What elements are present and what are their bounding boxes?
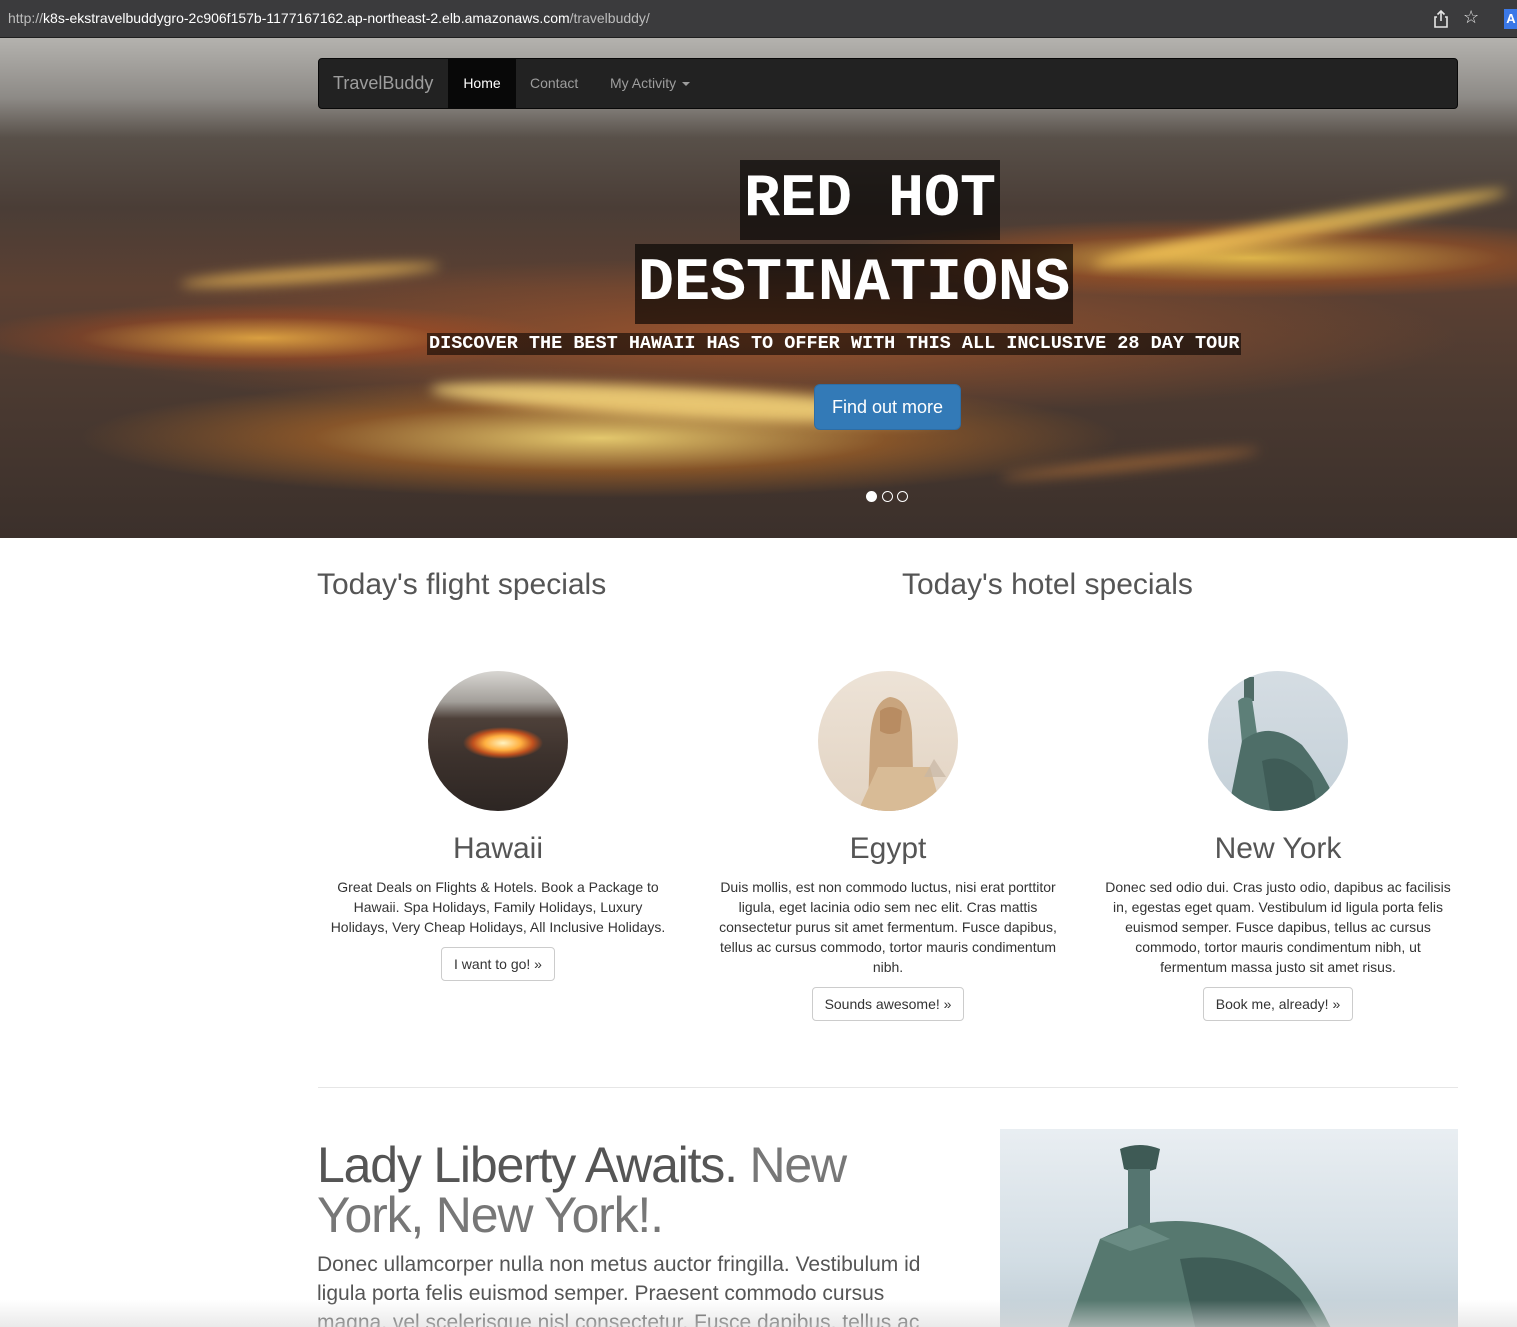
star-icon[interactable]: ☆ [1463, 7, 1479, 28]
brand-link[interactable]: TravelBuddy [333, 73, 433, 94]
featurette-divider [318, 1087, 1458, 1088]
carousel-indicator-1[interactable] [866, 491, 877, 502]
caret-down-icon [682, 82, 691, 87]
new-york-image [1208, 671, 1348, 811]
find-out-more-button[interactable]: Find out more [814, 384, 961, 430]
extension-icon[interactable]: A [1504, 9, 1517, 29]
url-host: k8s-ekstravelbuddygro-2c906f157b-1177167… [43, 10, 570, 26]
hero-carousel: TravelBuddy Home Contact My Activity RED… [0, 38, 1517, 538]
nav-item-home[interactable]: Home [448, 59, 516, 108]
destination-card-new-york: New York Donec sed odio dui. Cras justo … [1098, 671, 1458, 1021]
nav-item-my-activity[interactable]: My Activity [610, 59, 691, 108]
destination-name: New York [1214, 832, 1342, 865]
bottom-shadow [0, 1300, 1517, 1327]
destination-description: Great Deals on Flights & Hotels. Book a … [330, 879, 666, 935]
sounds-awesome-button[interactable]: Sounds awesome! » [811, 987, 965, 1021]
hawaii-image [428, 671, 568, 811]
hotel-specials-title: Today's hotel specials [902, 568, 1193, 601]
carousel-indicator-2[interactable] [882, 491, 893, 502]
hero-headline-line2: DESTINATIONS [635, 244, 1074, 324]
url-prefix: http:// [8, 10, 44, 26]
browser-address-bar: http://k8s-ekstravelbuddygro-2c906f157b-… [0, 0, 1517, 38]
featurette-heading-main: Lady Liberty Awaits. [317, 1137, 738, 1193]
destination-card-egypt: Egypt Duis mollis, est non commodo luctu… [708, 671, 1068, 1021]
destination-description: Duis mollis, est non commodo luctus, nis… [719, 879, 1057, 975]
destination-name: Hawaii [452, 832, 544, 865]
featurette-heading: Lady Liberty Awaits. New York, New York!… [317, 1140, 957, 1240]
i-want-to-go-button[interactable]: I want to go! » [441, 947, 555, 981]
destination-name: Egypt [849, 832, 927, 865]
statue-of-liberty-image [1000, 1129, 1458, 1327]
share-icon[interactable] [1432, 9, 1450, 29]
flight-specials-title: Today's flight specials [317, 568, 607, 601]
egypt-image [818, 671, 958, 811]
url-field[interactable]: http://k8s-ekstravelbuddygro-2c906f157b-… [8, 10, 650, 26]
carousel-indicator-3[interactable] [897, 491, 908, 502]
book-me-already-button[interactable]: Book me, already! » [1202, 987, 1354, 1021]
hero-subheadline: DISCOVER THE BEST HAWAII HAS TO OFFER WI… [427, 333, 1242, 355]
url-path: /travelbuddy/ [569, 10, 650, 26]
destination-card-hawaii: Hawaii Great Deals on Flights & Hotels. … [318, 671, 678, 981]
top-navbar: TravelBuddy Home Contact My Activity [318, 58, 1458, 109]
nav-item-contact[interactable]: Contact [530, 59, 578, 108]
nav-item-my-activity-label: My Activity [610, 75, 677, 91]
destination-description: Donec sed odio dui. Cras justo odio, dap… [1105, 879, 1451, 975]
hero-headline-line1: RED HOT [740, 160, 1001, 240]
